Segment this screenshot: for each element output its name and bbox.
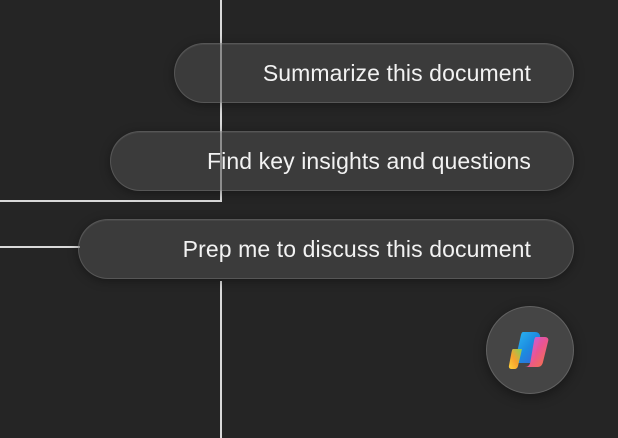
suggestion-label: Summarize this document: [262, 59, 531, 86]
suggestion-label: Find key insights and questions: [206, 147, 531, 174]
suggestion-summarize-button[interactable]: Summarize this document: [174, 43, 574, 103]
copilot-button[interactable]: [486, 306, 574, 394]
suggestion-label: Prep me to discuss this document: [182, 235, 531, 262]
suggestion-find-insights-button[interactable]: Find key insights and questions: [110, 131, 574, 191]
copilot-icon: [508, 332, 549, 369]
suggestion-prep-discuss-button[interactable]: Prep me to discuss this document: [78, 219, 574, 279]
